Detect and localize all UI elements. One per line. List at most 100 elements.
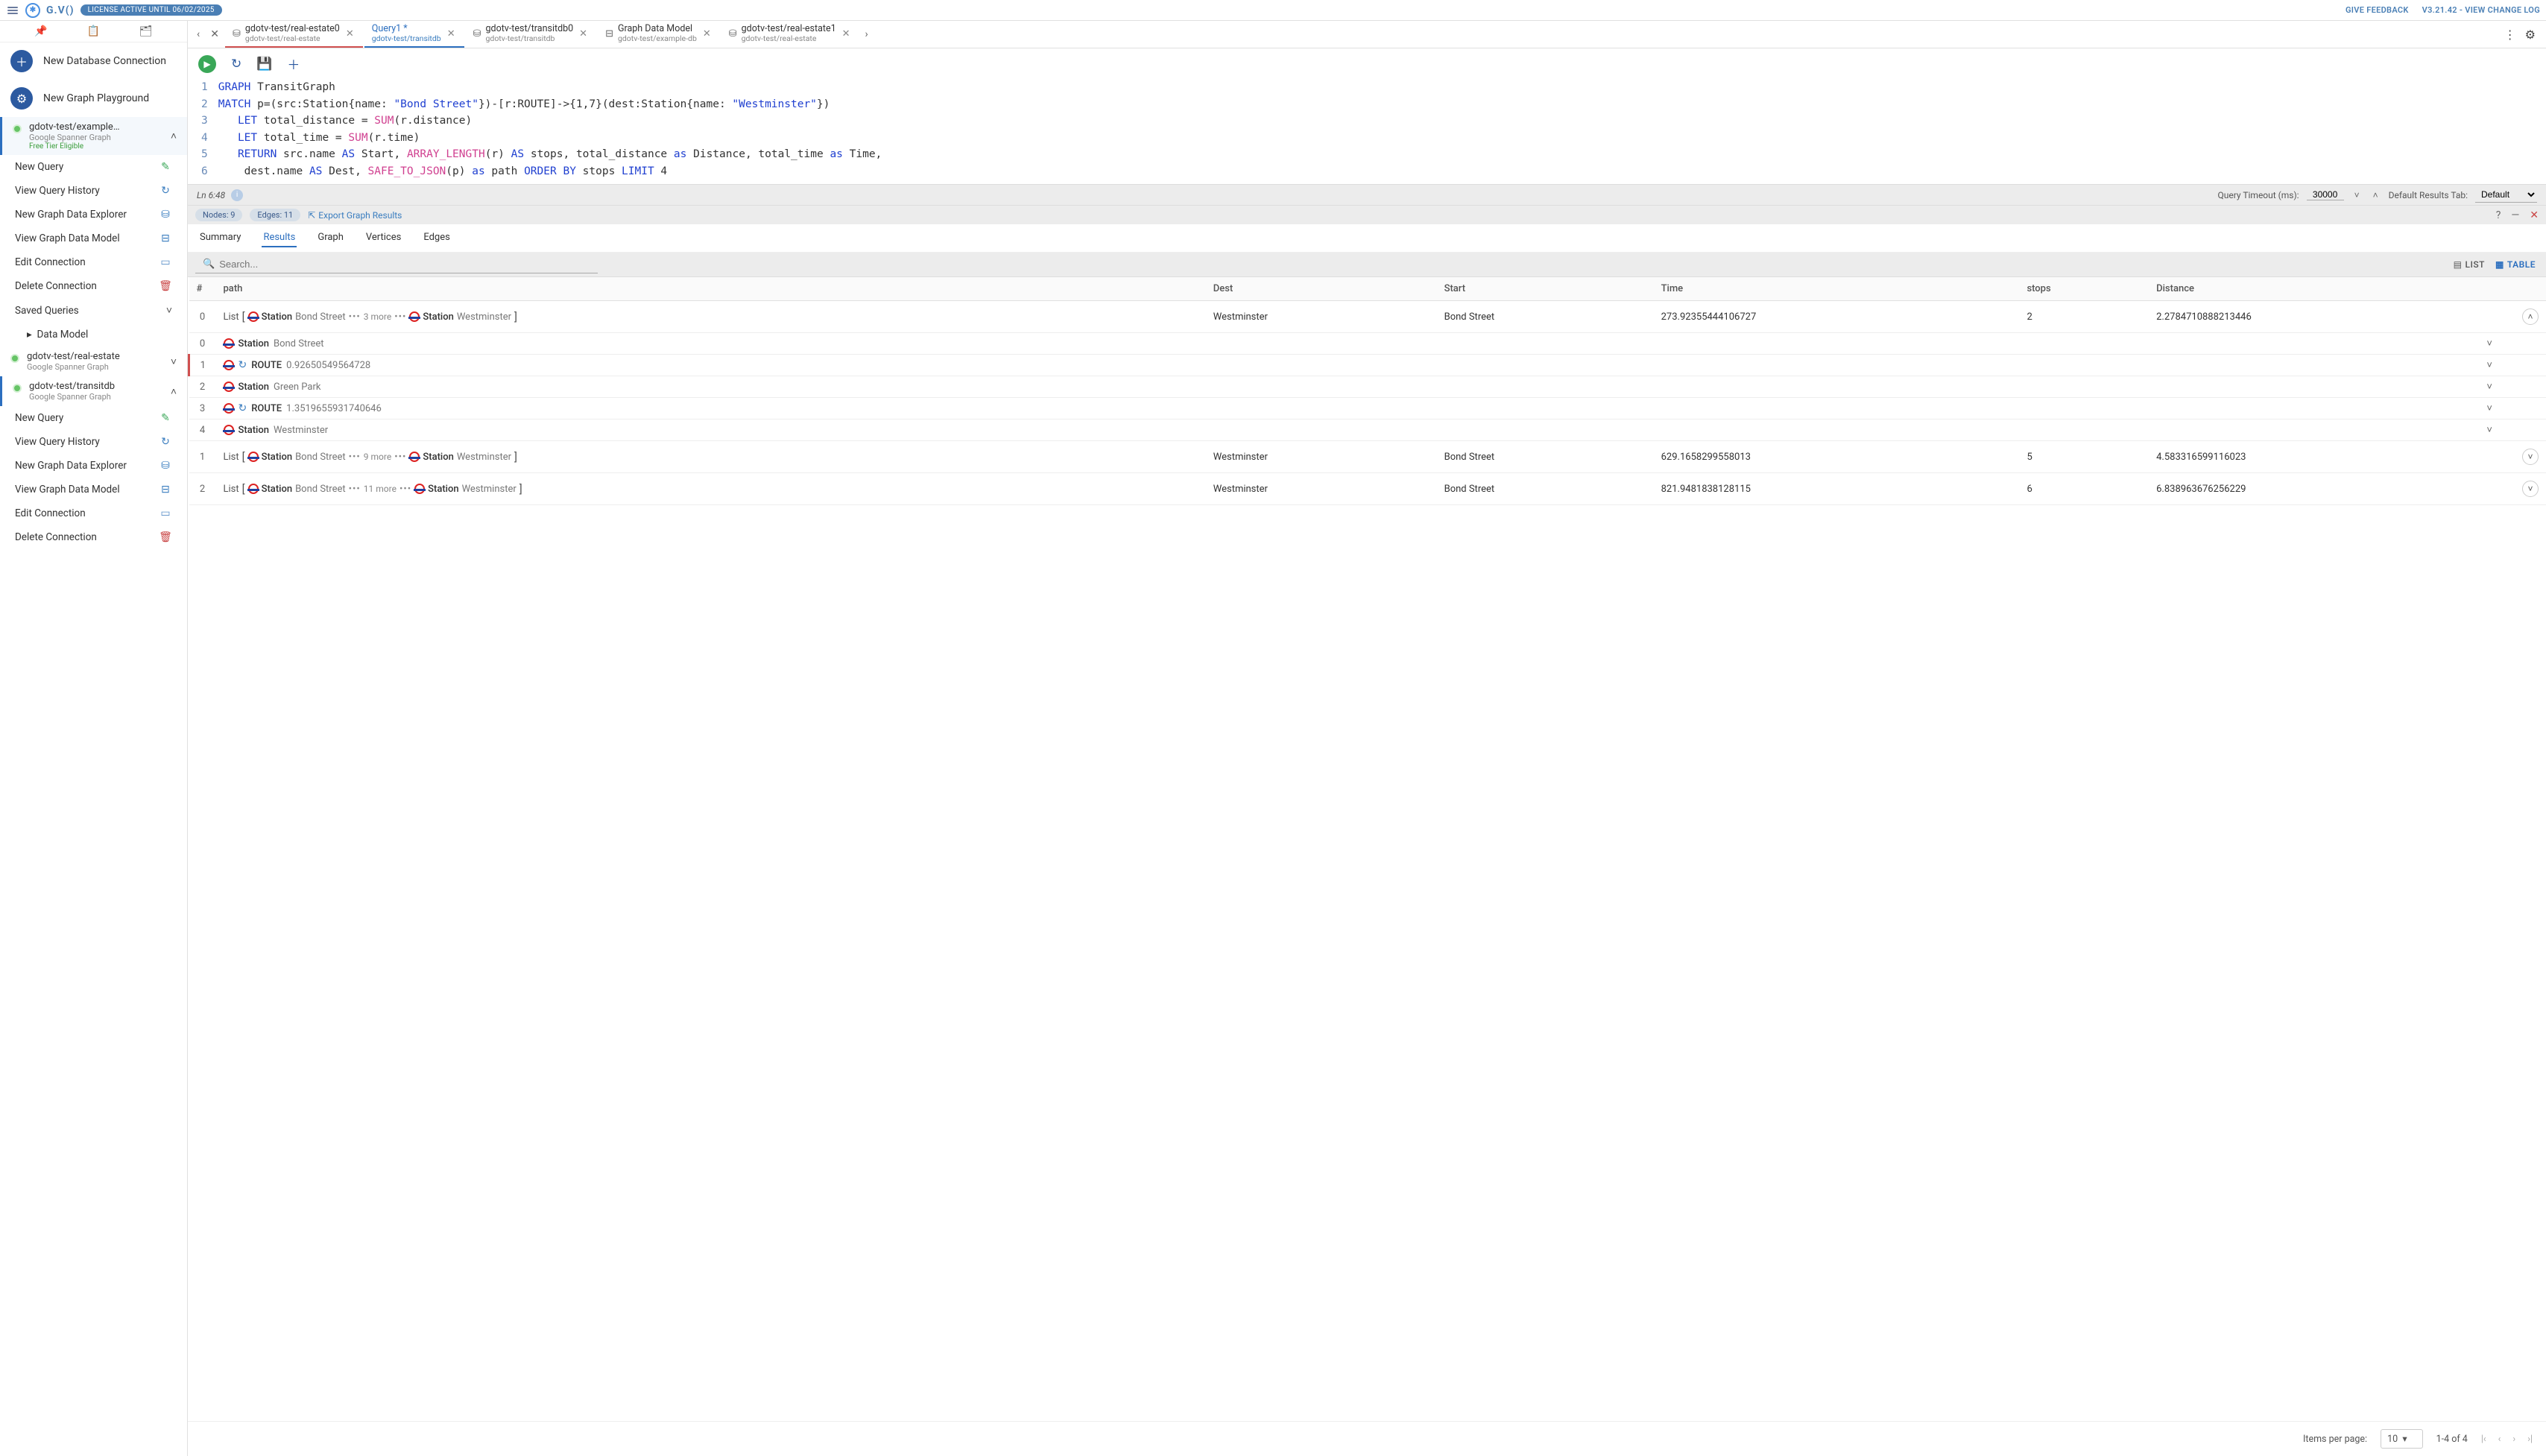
close-icon[interactable]: ✕ bbox=[2530, 209, 2539, 221]
search-box[interactable]: 🔍 bbox=[195, 256, 598, 273]
col-idx[interactable]: # bbox=[189, 277, 216, 301]
add-icon[interactable]: ＋ bbox=[287, 54, 300, 73]
chevron-down-icon[interactable]: ˅ bbox=[2486, 381, 2507, 393]
save-icon[interactable]: 💾 bbox=[256, 57, 272, 72]
history-icon[interactable]: ↻ bbox=[231, 57, 241, 72]
prev-page-icon[interactable]: ‹ bbox=[2498, 1434, 2501, 1445]
tab-graph-model[interactable]: ⊟ Graph Data Modelgdotv-test/example-db … bbox=[598, 21, 720, 48]
edit-conn-action[interactable]: Edit Connection▭ bbox=[0, 250, 187, 274]
kebab-icon[interactable]: ⋮ bbox=[2504, 28, 2516, 42]
chevron-up-icon[interactable]: ˄ bbox=[171, 130, 177, 142]
close-icon[interactable]: ✕ bbox=[841, 28, 852, 39]
table-row[interactable]: 2 List[ Station Bond Street •••11 more••… bbox=[189, 473, 2546, 505]
result-tab-summary[interactable]: Summary bbox=[198, 229, 242, 247]
table-view-button[interactable]: ▦ TABLE bbox=[2495, 259, 2536, 270]
page-range: 1-4 of 4 bbox=[2436, 1434, 2468, 1445]
tab-prev-icon[interactable]: ‹ bbox=[192, 24, 204, 45]
table-row[interactable]: 0 List[ Station Bond Street •••3 more•••… bbox=[189, 301, 2546, 333]
list-view-button[interactable]: ▤ LIST bbox=[2454, 259, 2485, 270]
saved-queries-action[interactable]: Saved Queries˅ bbox=[0, 298, 187, 323]
chevron-down-icon[interactable]: ˅ bbox=[166, 304, 172, 317]
new-query-action-2[interactable]: New Query✎ bbox=[0, 406, 187, 430]
new-playground-button[interactable]: ⚙ New Graph Playground bbox=[0, 80, 187, 117]
view-history-action-2[interactable]: View Query History↻ bbox=[0, 430, 187, 454]
tab-real-estate0[interactable]: ⛁ gdotv-test/real-estate0gdotv-test/real… bbox=[225, 21, 363, 48]
chevron-down-icon[interactable]: ˅ bbox=[2351, 190, 2363, 200]
connection-transitdb[interactable]: gdotv-test/transitdb Google Spanner Grap… bbox=[0, 376, 187, 406]
expand-row-button[interactable]: ˅ bbox=[2522, 481, 2539, 497]
minimize-icon[interactable]: — bbox=[2511, 209, 2519, 221]
tab-query1[interactable]: Query1 *gdotv-test/transitdb ✕ bbox=[364, 21, 464, 48]
result-tab-results[interactable]: Results bbox=[262, 229, 297, 247]
code-editor[interactable]: 123456 GRAPH TransitGraph MATCH p=(src:S… bbox=[188, 79, 2546, 184]
col-time[interactable]: Time bbox=[1654, 277, 2020, 301]
items-per-page-select[interactable]: 10 ▾ bbox=[2381, 1429, 2423, 1449]
run-button[interactable]: ▶ bbox=[198, 55, 216, 73]
info-icon[interactable]: i bbox=[231, 189, 243, 201]
view-model-action[interactable]: View Graph Data Model⊟ bbox=[0, 227, 187, 250]
col-stops[interactable]: stops bbox=[2019, 277, 2149, 301]
archive-icon[interactable]: 🗂 bbox=[139, 25, 153, 37]
col-dest[interactable]: Dest bbox=[1206, 277, 1437, 301]
chevron-down-icon[interactable]: ˅ bbox=[171, 355, 177, 368]
data-model-action[interactable]: ▸ Data Model bbox=[0, 323, 187, 346]
view-history-action[interactable]: View Query History↻ bbox=[0, 179, 187, 203]
code-content[interactable]: GRAPH TransitGraph MATCH p=(src:Station{… bbox=[218, 79, 2546, 180]
result-tab-graph[interactable]: Graph bbox=[316, 229, 345, 247]
new-explorer-action-2[interactable]: New Graph Data Explorer⛁ bbox=[0, 454, 187, 478]
close-icon[interactable]: ✕ bbox=[578, 28, 589, 39]
delete-conn-action-2[interactable]: Delete Connection🗑 bbox=[0, 525, 187, 549]
new-db-connection-button[interactable]: ＋ New Database Connection bbox=[0, 42, 187, 80]
help-icon[interactable]: ? bbox=[2496, 209, 2501, 221]
new-query-action[interactable]: New Query✎ bbox=[0, 155, 187, 179]
menu-icon[interactable] bbox=[6, 5, 19, 16]
first-page-icon[interactable]: |‹ bbox=[2481, 1434, 2486, 1445]
connection-real-estate[interactable]: gdotv-test/real-estate Google Spanner Gr… bbox=[0, 346, 187, 376]
tab-next-icon[interactable]: › bbox=[861, 24, 873, 45]
chevron-down-icon[interactable]: ˅ bbox=[2486, 424, 2507, 436]
next-page-icon[interactable]: › bbox=[2512, 1434, 2515, 1445]
table-row[interactable]: 1 List[ Station Bond Street •••9 more•••… bbox=[189, 441, 2546, 473]
result-tab-vertices[interactable]: Vertices bbox=[364, 229, 402, 247]
pin-icon[interactable]: 📌 bbox=[34, 25, 47, 37]
sub-row[interactable]: 2 Station Green Park ˅ bbox=[189, 376, 2546, 398]
sub-row[interactable]: 1 ↻ ROUTE 0.92650549564728 ˅ bbox=[189, 355, 2546, 376]
sub-row[interactable]: 4 Station Westminster ˅ bbox=[189, 420, 2546, 441]
tab-close-left-icon[interactable]: ✕ bbox=[206, 24, 224, 45]
expand-row-button[interactable]: ˅ bbox=[2522, 449, 2539, 465]
search-input[interactable] bbox=[219, 259, 590, 270]
tab-transitdb0[interactable]: ⛁ gdotv-test/transitdb0gdotv-test/transi… bbox=[466, 21, 596, 48]
col-start[interactable]: Start bbox=[1437, 277, 1654, 301]
close-icon[interactable]: ✕ bbox=[701, 28, 713, 39]
col-path[interactable]: path bbox=[216, 277, 1206, 301]
tfl-icon bbox=[248, 311, 259, 322]
new-explorer-action[interactable]: New Graph Data Explorer⛁ bbox=[0, 203, 187, 227]
chevron-down-icon[interactable]: ˅ bbox=[2486, 402, 2507, 414]
last-page-icon[interactable]: ›| bbox=[2527, 1434, 2533, 1445]
close-icon[interactable]: ✕ bbox=[446, 28, 457, 39]
license-badge[interactable]: LICENSE ACTIVE UNTIL 06/02/2025 bbox=[80, 4, 222, 16]
close-icon[interactable]: ✕ bbox=[344, 28, 356, 39]
chevron-down-icon[interactable]: ˅ bbox=[2486, 338, 2507, 349]
result-tab-edges[interactable]: Edges bbox=[422, 229, 452, 247]
sub-row[interactable]: 3 ↻ ROUTE 1.3519655931740646 ˅ bbox=[189, 398, 2546, 420]
clipboard-icon[interactable]: 📋 bbox=[87, 25, 100, 37]
chevron-down-icon[interactable]: ˅ bbox=[2486, 359, 2507, 371]
chevron-up-icon[interactable]: ˄ bbox=[171, 385, 177, 398]
view-model-action-2[interactable]: View Graph Data Model⊟ bbox=[0, 478, 187, 501]
feedback-link[interactable]: GIVE FEEDBACK bbox=[2346, 5, 2409, 15]
export-results-button[interactable]: ⇱ Export Graph Results bbox=[308, 210, 402, 221]
connection-example[interactable]: gdotv-test/example… Google Spanner Graph… bbox=[0, 117, 187, 155]
col-distance[interactable]: Distance bbox=[2149, 277, 2515, 301]
sidebar-resize-handle[interactable] bbox=[184, 21, 187, 1456]
chevron-up-icon[interactable]: ˄ bbox=[2370, 190, 2381, 200]
collapse-row-button[interactable]: ˄ bbox=[2522, 308, 2539, 325]
default-tab-select[interactable]: Default bbox=[2475, 187, 2537, 203]
timeout-input[interactable] bbox=[2307, 189, 2344, 200]
delete-conn-action[interactable]: Delete Connection🗑 bbox=[0, 274, 187, 298]
edit-conn-action-2[interactable]: Edit Connection▭ bbox=[0, 501, 187, 525]
version-link[interactable]: V3.21.42 - VIEW CHANGE LOG bbox=[2422, 5, 2540, 15]
settings-icon[interactable]: ⚙ bbox=[2525, 28, 2536, 42]
sub-row[interactable]: 0 Station Bond Street ˅ bbox=[189, 333, 2546, 355]
tab-real-estate1[interactable]: ⛁ gdotv-test/real-estate1gdotv-test/real… bbox=[721, 21, 859, 48]
